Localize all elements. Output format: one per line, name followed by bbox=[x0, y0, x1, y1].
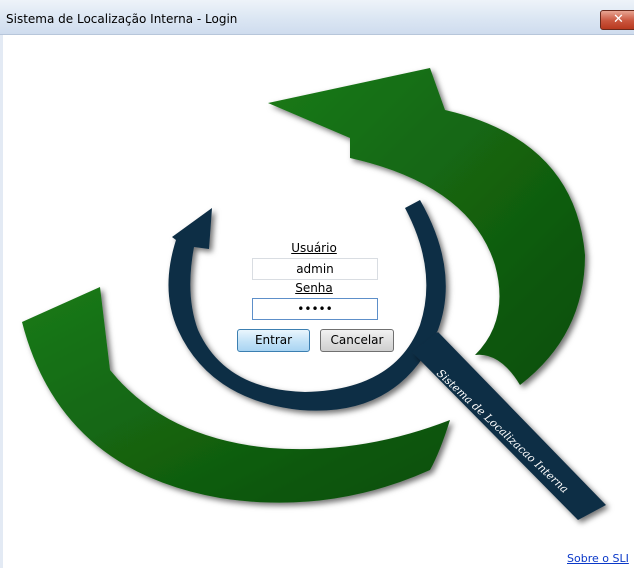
password-input[interactable]: ••••• bbox=[252, 298, 378, 320]
username-label: Usuário bbox=[291, 241, 337, 255]
password-label: Senha bbox=[295, 281, 333, 295]
green-arc-bottom bbox=[22, 287, 450, 503]
username-input[interactable]: admin bbox=[252, 258, 378, 280]
about-link[interactable]: Sobre o SLI bbox=[567, 552, 629, 565]
cancel-button[interactable]: Cancelar bbox=[320, 329, 394, 352]
logo-text: Sistema de Localizacao Interna bbox=[434, 367, 571, 496]
login-window: Sistema de Localização Interna - Login ✕… bbox=[0, 0, 634, 568]
enter-button[interactable]: Entrar bbox=[237, 329, 310, 352]
